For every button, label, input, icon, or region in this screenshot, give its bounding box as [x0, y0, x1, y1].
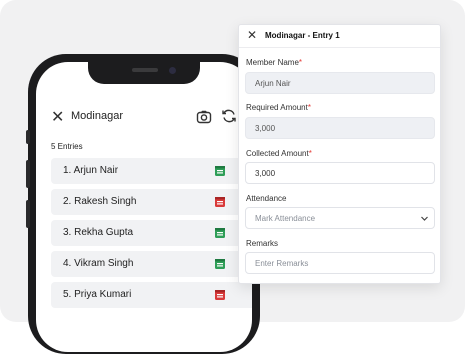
- required-marker: *: [307, 103, 311, 112]
- list-item[interactable]: 1. Arjun Nair: [51, 158, 252, 184]
- entry-name: 1. Arjun Nair: [63, 165, 119, 176]
- panel-header: ✕ Modinagar - Entry 1: [239, 25, 440, 48]
- phone-side-button: [26, 160, 30, 188]
- member-name-value: Arjun Nair: [255, 79, 291, 88]
- attendance-label: Attendance: [246, 194, 287, 203]
- close-icon[interactable]: ✕: [51, 110, 64, 126]
- app-title: Modinagar: [71, 110, 123, 122]
- entry-panel: ✕ Modinagar - Entry 1 Member Name* Arjun…: [238, 24, 441, 284]
- entry-name: 3. Rekha Gupta: [63, 227, 134, 238]
- phone-side-button: [26, 200, 30, 228]
- phone-notch: [88, 62, 200, 84]
- close-icon[interactable]: ✕: [247, 29, 257, 41]
- status-red-icon: [215, 290, 225, 300]
- member-name-field: Arjun Nair: [245, 72, 435, 94]
- status-green-icon: [215, 166, 225, 176]
- collected-amount-label: Collected Amount*: [246, 149, 312, 158]
- list-item[interactable]: 2. Rakesh Singh: [51, 189, 252, 215]
- attendance-placeholder: Mark Attendance: [255, 214, 316, 223]
- app-header: ✕ Modinagar: [36, 106, 252, 130]
- list-item[interactable]: 3. Rekha Gupta: [51, 220, 252, 246]
- remarks-field[interactable]: Enter Remarks: [245, 252, 435, 274]
- collected-amount-field[interactable]: 3,000: [245, 162, 435, 184]
- remarks-label: Remarks: [246, 239, 279, 248]
- front-camera: [169, 67, 176, 74]
- chevron-down-icon: [421, 216, 428, 221]
- attendance-select[interactable]: Mark Attendance: [245, 207, 435, 229]
- phone-screen: ✕ Modinagar 5 Entries 1. Arjun Nair 2. R…: [36, 62, 252, 352]
- list-item[interactable]: 5. Priya Kumari: [51, 282, 252, 308]
- collected-amount-value: 3,000: [255, 169, 276, 178]
- camera-icon[interactable]: [196, 109, 212, 125]
- entry-name: 4. Vikram Singh: [63, 258, 134, 269]
- speaker-grille: [132, 68, 158, 72]
- list-item[interactable]: 4. Vikram Singh: [51, 251, 252, 277]
- panel-title: Modinagar - Entry 1: [265, 31, 340, 40]
- member-name-label: Member Name*: [246, 58, 303, 67]
- required-amount-label: Required Amount*: [246, 103, 311, 112]
- entries-count: 5 Entries: [51, 142, 83, 151]
- entries-list: 1. Arjun Nair 2. Rakesh Singh 3. Rekha G…: [51, 158, 252, 313]
- entry-name: 5. Priya Kumari: [63, 289, 132, 300]
- refresh-icon[interactable]: [221, 108, 237, 124]
- required-amount-field: 3,000: [245, 117, 435, 139]
- status-red-icon: [215, 197, 225, 207]
- entry-name: 2. Rakesh Singh: [63, 196, 137, 207]
- required-marker: *: [308, 149, 312, 158]
- remarks-placeholder: Enter Remarks: [255, 259, 309, 268]
- required-marker: *: [298, 58, 303, 67]
- status-green-icon: [215, 228, 225, 238]
- status-green-icon: [215, 259, 225, 269]
- phone-side-button: [26, 130, 30, 144]
- required-amount-value: 3,000: [255, 124, 276, 133]
